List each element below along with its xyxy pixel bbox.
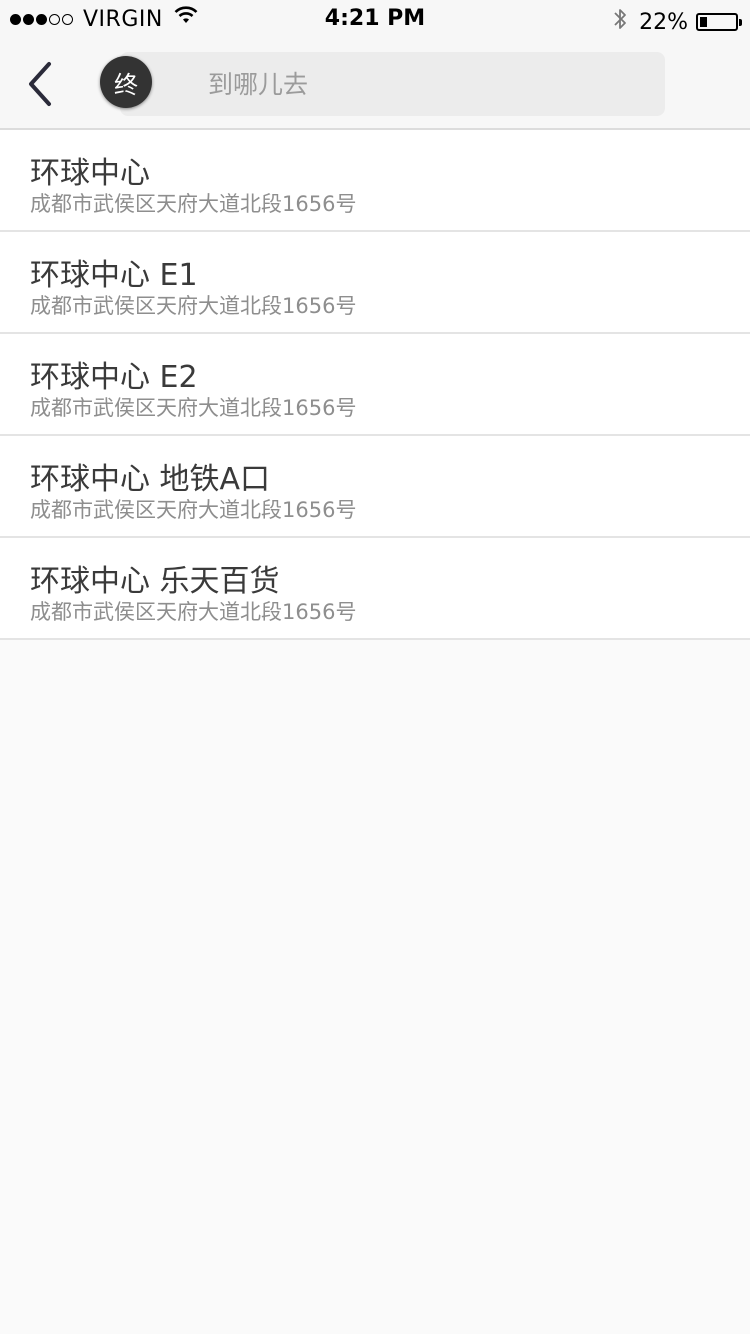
place-address: 成都市武侯区天府大道北段1656号	[30, 498, 357, 522]
place-name: 环球中心	[30, 156, 150, 191]
place-name: 环球中心 乐天百货	[30, 564, 280, 599]
list-item[interactable]: 环球中心 乐天百货 成都市武侯区天府大道北段1656号	[0, 538, 750, 640]
place-name: 环球中心 地铁A口	[30, 462, 271, 497]
place-address: 成都市武侯区天府大道北段1656号	[30, 600, 357, 624]
place-name: 环球中心 E1	[30, 258, 198, 293]
place-name: 环球中心 E2	[30, 360, 198, 395]
chevron-left-icon	[29, 62, 51, 106]
search-bar[interactable]	[120, 52, 665, 116]
place-address: 成都市武侯区天府大道北段1656号	[30, 294, 357, 318]
result-list: 环球中心 成都市武侯区天府大道北段1656号 环球中心 E1 成都市武侯区天府大…	[0, 130, 750, 640]
battery-fill	[700, 17, 707, 27]
list-item[interactable]: 环球中心 E2 成都市武侯区天府大道北段1656号	[0, 334, 750, 436]
back-button[interactable]	[22, 60, 62, 108]
navigation-bar: 终	[0, 40, 750, 130]
list-item[interactable]: 环球中心 成都市武侯区天府大道北段1656号	[0, 130, 750, 232]
place-address: 成都市武侯区天府大道北段1656号	[30, 396, 357, 420]
battery-percent: 22%	[639, 9, 688, 35]
place-address: 成都市武侯区天府大道北段1656号	[30, 192, 357, 216]
status-bar: VIRGIN 4:21 PM 22%	[0, 0, 750, 40]
bluetooth-icon	[613, 6, 627, 38]
battery-icon	[696, 13, 742, 31]
list-item[interactable]: 环球中心 E1 成都市武侯区天府大道北段1656号	[0, 232, 750, 334]
destination-badge: 终	[100, 56, 152, 108]
status-right: 22%	[613, 6, 742, 38]
search-input[interactable]	[208, 62, 648, 106]
list-item[interactable]: 环球中心 地铁A口 成都市武侯区天府大道北段1656号	[0, 436, 750, 538]
